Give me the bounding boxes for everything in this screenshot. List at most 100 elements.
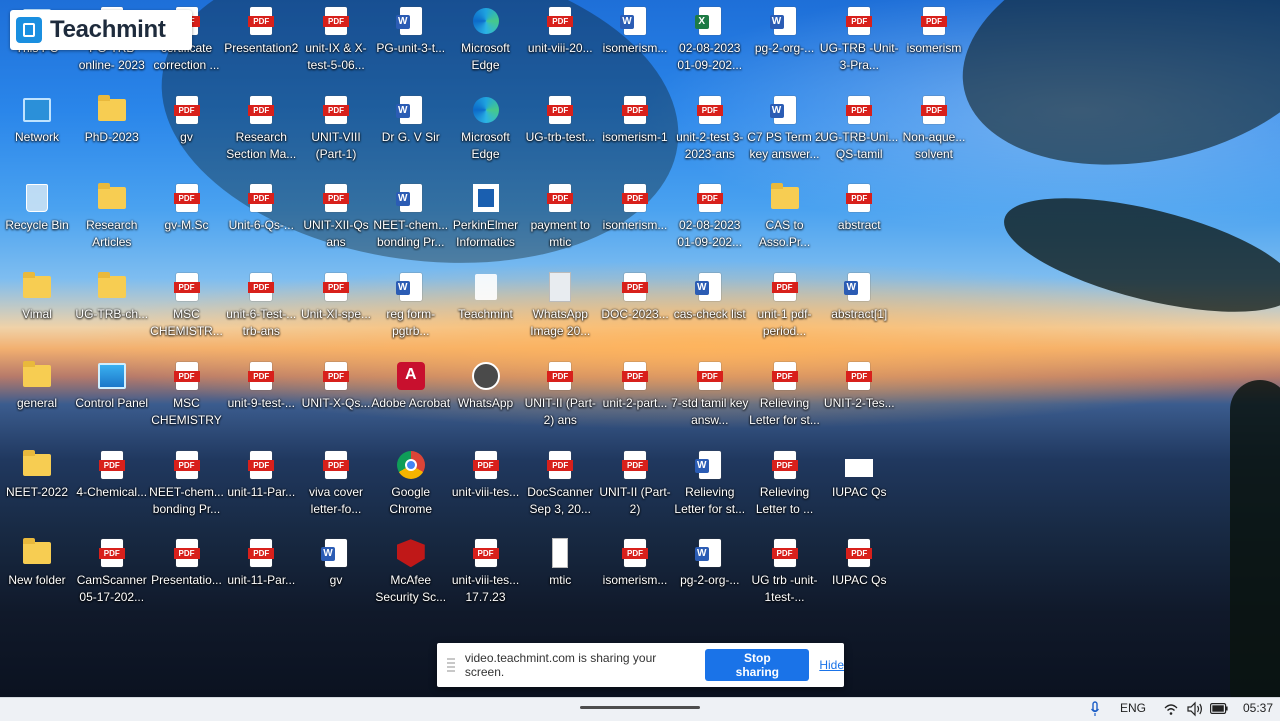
desktop-icon[interactable]: viva cover letter-fo... xyxy=(296,444,376,532)
desktop-icon[interactable]: unit-11-Par... xyxy=(221,532,301,620)
desktop-icon[interactable]: abstract[1] xyxy=(819,266,899,354)
desktop-icon[interactable]: McAfee Security Sc... xyxy=(371,532,451,620)
pdf-file-icon xyxy=(322,361,350,391)
desktop-icon[interactable]: unit-viii-tes... xyxy=(446,444,526,532)
desktop-icon[interactable]: gv xyxy=(147,89,227,177)
desktop-icon[interactable]: 02-08-2023 01-09-202... xyxy=(670,0,750,88)
desktop-icon[interactable]: PG-unit-3-t... xyxy=(371,0,451,88)
desktop-icon[interactable]: isomerism... xyxy=(595,532,675,620)
desktop-icon[interactable]: UNIT-II (Part-2) xyxy=(595,444,675,532)
desktop-icon[interactable]: unit-viii-tes... 17.7.23 xyxy=(446,532,526,620)
desktop-icon[interactable]: Presentatio... xyxy=(147,532,227,620)
desktop-icon[interactable]: Adobe Acrobat xyxy=(371,355,451,443)
desktop-icon[interactable]: UNIT-X-Qs... xyxy=(296,355,376,443)
desktop-icon[interactable]: Recycle Bin xyxy=(0,177,77,265)
stop-sharing-button[interactable]: Stop sharing xyxy=(705,649,810,681)
pdf-file-icon xyxy=(322,183,350,213)
microphone-icon[interactable] xyxy=(1090,701,1100,717)
desktop-icon[interactable]: gv xyxy=(296,532,376,620)
desktop-icon[interactable]: IUPAC Qs xyxy=(819,532,899,620)
desktop-icon[interactable]: Relieving Letter for st... xyxy=(745,355,825,443)
desktop-icon[interactable]: Presentation2 xyxy=(221,0,301,88)
desktop-icon[interactable]: 7-std tamil key answ... xyxy=(670,355,750,443)
battery-icon[interactable] xyxy=(1210,703,1228,714)
desktop-icon[interactable]: NEET-2022 xyxy=(0,444,77,532)
desktop-icon[interactable]: Vimal xyxy=(0,266,77,354)
desktop-icon[interactable]: DOC-2023... xyxy=(595,266,675,354)
desktop-icon[interactable]: UNIT-XII-Qs ans xyxy=(296,177,376,265)
desktop-icon[interactable]: UNIT-II (Part-2) ans xyxy=(520,355,600,443)
desktop-icon[interactable]: Unit-6-Qs-... xyxy=(221,177,301,265)
desktop-icon[interactable]: gv-M.Sc xyxy=(147,177,227,265)
desktop-icon[interactable]: WhatsApp xyxy=(446,355,526,443)
desktop-icon[interactable]: UG trb -unit-1test-... xyxy=(745,532,825,620)
desktop-icon[interactable]: MSC CHEMISTR... xyxy=(147,266,227,354)
hide-button[interactable]: Hide xyxy=(819,658,844,672)
desktop-icon[interactable]: cas-check list xyxy=(670,266,750,354)
desktop-icon[interactable]: isomerism-1 xyxy=(595,89,675,177)
pdf-file-icon xyxy=(323,95,349,124)
desktop-icon[interactable]: PhD-2023 xyxy=(72,89,152,177)
desktop-icon[interactable]: Relieving Letter for st... xyxy=(670,444,750,532)
language-indicator[interactable]: ENG xyxy=(1120,701,1146,715)
desktop-icon[interactable]: Unit-XI-spe... xyxy=(296,266,376,354)
desktop-icon[interactable]: C7 PS Term 2 key answer... xyxy=(745,89,825,177)
desktop-icon[interactable]: Relieving Letter to ... xyxy=(745,444,825,532)
desktop-icon[interactable]: IUPAC Qs xyxy=(819,444,899,532)
desktop-icon[interactable]: Control Panel xyxy=(72,355,152,443)
desktop-icon[interactable]: unit-viii-20... xyxy=(520,0,600,88)
desktop-icon[interactable]: New folder xyxy=(0,532,77,620)
desktop-icon[interactable]: Research Articles xyxy=(72,177,152,265)
desktop-icon[interactable]: Network xyxy=(0,89,77,177)
desktop-icon[interactable]: 02-08-2023 01-09-202... xyxy=(670,177,750,265)
desktop-icon[interactable]: isomerism... xyxy=(595,177,675,265)
desktop-icon[interactable]: Dr G. V Sir xyxy=(371,89,451,177)
desktop-icon[interactable]: UG-TRB-Uni... QS-tamil xyxy=(819,89,899,177)
desktop-icon[interactable]: CamScanner 05-17-202... xyxy=(72,532,152,620)
desktop-icon[interactable]: Google Chrome xyxy=(371,444,451,532)
desktop-icon[interactable]: pg-2-org-... xyxy=(745,0,825,88)
desktop-icon[interactable]: abstract xyxy=(819,177,899,265)
desktop-icon[interactable]: unit-IX & X-test-5-06... xyxy=(296,0,376,88)
clock[interactable]: 05:37 xyxy=(1243,701,1273,715)
desktop-icon[interactable]: unit-1 pdf-period... xyxy=(745,266,825,354)
desktop-icon[interactable]: unit-2-part... xyxy=(595,355,675,443)
desktop-icon[interactable]: general xyxy=(0,355,77,443)
desktop-icon[interactable]: Teachmint xyxy=(446,266,526,354)
drag-handle-icon[interactable] xyxy=(447,658,455,672)
desktop-icon[interactable]: mtic xyxy=(520,532,600,620)
desktop-icon[interactable]: MSC CHEMISTRY xyxy=(147,355,227,443)
desktop-icon[interactable]: isomerism xyxy=(894,0,974,88)
desktop-icon[interactable]: pg-2-org-... xyxy=(670,532,750,620)
desktop-icon[interactable]: Research Section Ma... xyxy=(221,89,301,177)
desktop-icon[interactable]: unit-6-Test-... trb-ans xyxy=(221,266,301,354)
desktop-icon[interactable]: unit-2-test 3-2023-ans xyxy=(670,89,750,177)
desktop-icon[interactable]: unit-11-Par... xyxy=(221,444,301,532)
desktop-icon[interactable]: 4-Chemical... xyxy=(72,444,152,532)
desktop-icon-label: Relieving Letter for st... xyxy=(674,484,746,516)
desktop-icon[interactable]: NEET-chem... bonding Pr... xyxy=(371,177,451,265)
desktop-icon[interactable]: UG-TRB-ch... xyxy=(72,266,152,354)
desktop-icon[interactable]: CAS to Asso.Pr... xyxy=(745,177,825,265)
desktop-icon[interactable]: payment to mtic xyxy=(520,177,600,265)
desktop-icon[interactable]: UNIT-VIII (Part-1) xyxy=(296,89,376,177)
desktop-icon[interactable]: Microsoft Edge xyxy=(446,89,526,177)
desktop-icon[interactable]: WhatsApp Image 20... xyxy=(520,266,600,354)
desktop-icon[interactable]: Microsoft Edge xyxy=(446,0,526,88)
pdf-file-icon xyxy=(248,273,275,302)
volume-icon[interactable] xyxy=(1186,701,1204,717)
desktop-icon[interactable]: UG-TRB -Unit-3-Pra... xyxy=(819,0,899,88)
desktop-icon[interactable]: PerkinElmer Informatics xyxy=(446,177,526,265)
taskbar-handle[interactable] xyxy=(580,706,700,709)
word-document-icon xyxy=(395,95,422,124)
desktop-icon[interactable]: DocScanner Sep 3, 20... xyxy=(520,444,600,532)
desktop-icon[interactable]: UG-trb-test... xyxy=(520,89,600,177)
wifi-icon[interactable] xyxy=(1164,702,1178,716)
desktop-icon[interactable]: NEET-chem... bonding Pr... xyxy=(147,444,227,532)
desktop-icon[interactable]: UNIT-2-Tes... xyxy=(819,355,899,443)
desktop-icon[interactable]: reg form-pgtrb... xyxy=(371,266,451,354)
desktop-icon[interactable]: isomerism... xyxy=(595,0,675,88)
pdf-file-icon xyxy=(622,450,648,479)
desktop-icon[interactable]: Non-aque... solvent xyxy=(894,89,974,177)
desktop-icon[interactable]: unit-9-test-... xyxy=(221,355,301,443)
